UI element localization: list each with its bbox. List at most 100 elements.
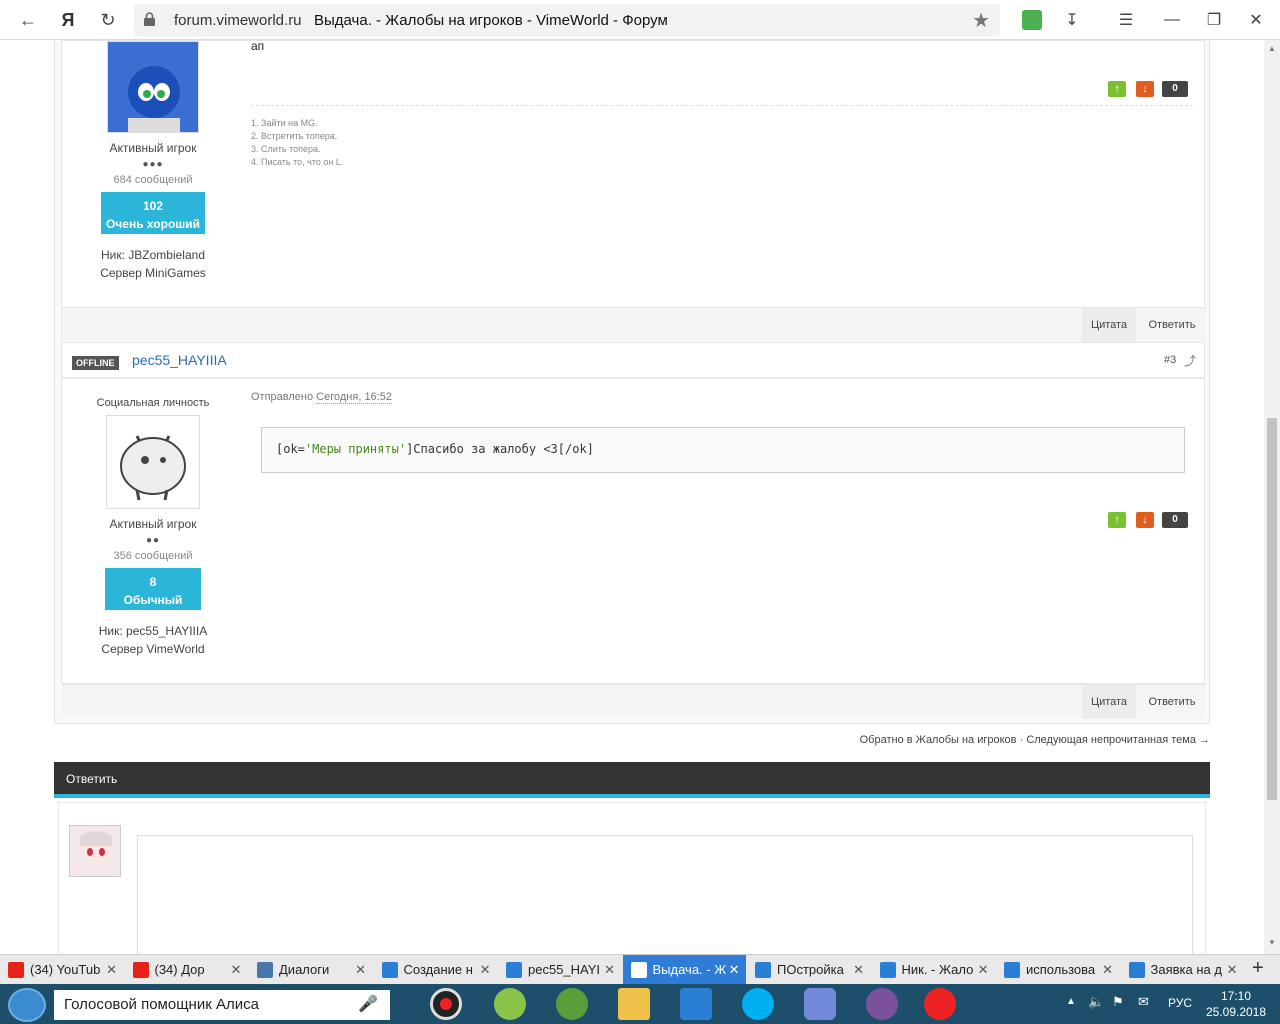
network-icon[interactable]: ⚑ — [1112, 994, 1124, 1010]
close-tab-icon[interactable]: ✕ — [480, 955, 491, 985]
reply-button[interactable]: Ответить — [1138, 308, 1206, 342]
close-tab-icon[interactable]: ✕ — [106, 955, 117, 985]
reply-button[interactable]: Ответить — [1138, 685, 1206, 719]
language-indicator[interactable]: РУС — [1168, 996, 1192, 1010]
post-body: ап — [251, 40, 265, 53]
discord-icon[interactable] — [804, 988, 836, 1020]
vimeworld-app-icon[interactable] — [680, 988, 712, 1020]
game-app-icon[interactable] — [556, 988, 588, 1020]
tab-label: Заявка на д — [1150, 962, 1222, 977]
page-scrollbar[interactable]: ▲ ▼ — [1264, 40, 1280, 954]
browser-tab[interactable]: (34) Дор ✕ — [125, 955, 248, 985]
browser-tab[interactable]: использова ✕ — [996, 955, 1119, 985]
browser-tab[interactable]: (34) YouTub ✕ — [0, 955, 123, 985]
browser-tab[interactable]: Диалоги ✕ — [249, 955, 372, 985]
yandex-browser-icon[interactable] — [924, 988, 956, 1020]
clock-time: 17:10 — [1220, 989, 1252, 1003]
clock[interactable]: 17:10 25.09.2018 — [1204, 988, 1268, 1020]
vimeworld-icon — [630, 962, 647, 978]
reputation-label: Обычный — [123, 593, 183, 607]
browser-tab[interactable]: ПОстройка ✕ — [747, 955, 870, 985]
vote-down-button[interactable]: ↓ — [1136, 81, 1154, 97]
next-unread-link[interactable]: Следующая непрочитанная тема → — [1026, 734, 1210, 746]
yandex-logo-icon[interactable]: Я — [56, 8, 80, 32]
post-author-link[interactable]: pec55_HAYIIIA — [132, 352, 227, 368]
close-tab-icon[interactable]: ✕ — [853, 955, 864, 985]
signature-line: 1. Зайти на MG. — [251, 118, 318, 128]
tab-label: (34) YouTub — [30, 962, 101, 977]
tray-expand-icon[interactable]: ▲ — [1066, 996, 1076, 1007]
lime-app-icon[interactable] — [494, 988, 526, 1020]
reply-editor[interactable] — [137, 835, 1193, 954]
status-badge: OFFLINE — [72, 356, 119, 370]
browser-tab[interactable]: Выдача. - Ж ✕ — [622, 955, 746, 985]
code-text: ]Спасибо за жалобу <3[/ok] — [406, 442, 594, 456]
quote-button[interactable]: Цитата — [1082, 308, 1136, 342]
user-nick: Ник: JBZombieland — [101, 248, 205, 262]
tab-label: Создание н — [403, 962, 473, 977]
page-title: Выдача. - Жалобы на игроков - VimeWorld … — [314, 12, 668, 29]
scroll-down-icon[interactable]: ▼ — [1268, 938, 1276, 947]
file-explorer-icon[interactable] — [618, 988, 650, 1020]
close-tab-icon[interactable]: ✕ — [1102, 955, 1113, 985]
browser-tab[interactable]: Создание н ✕ — [374, 955, 497, 985]
tab-label: ПОстройка — [777, 962, 844, 977]
new-tab-icon[interactable]: + — [1252, 957, 1264, 980]
alice-search-box[interactable]: Голосовой помощник Алиса 🎤 — [54, 990, 390, 1020]
browser-tab[interactable]: pec55_HAYI ✕ — [498, 955, 621, 985]
share-icon[interactable]: ⤴ — [1184, 352, 1196, 369]
quote-button[interactable]: Цитата — [1082, 685, 1136, 719]
menu-icon[interactable]: ☰ — [1114, 8, 1138, 32]
volume-icon[interactable]: 🔈 — [1088, 994, 1104, 1010]
post-date-prefix: Отправлено — [251, 391, 314, 403]
close-tab-icon[interactable]: ✕ — [604, 955, 615, 985]
vimeworld-icon — [755, 962, 771, 978]
close-icon[interactable]: ✕ — [1244, 8, 1268, 32]
post-number[interactable]: #3 — [1164, 354, 1176, 366]
tab-label: использова — [1026, 962, 1096, 977]
extension-icon[interactable] — [1020, 8, 1044, 32]
avatar[interactable] — [106, 415, 200, 509]
reload-icon[interactable]: ↻ — [96, 8, 120, 32]
vote-up-button[interactable]: ↑ — [1108, 81, 1126, 97]
tab-label: Диалоги — [279, 962, 330, 977]
minimize-icon[interactable]: — — [1160, 8, 1184, 32]
reply-header-title: Ответить — [66, 772, 118, 786]
download-icon[interactable]: ↧ — [1060, 8, 1084, 32]
tab-label: (34) Дор — [154, 962, 205, 977]
scroll-up-icon[interactable]: ▲ — [1268, 44, 1276, 53]
viber-icon[interactable] — [866, 988, 898, 1020]
user-rank: Активный игрок — [109, 517, 197, 531]
vote-down-button[interactable]: ↓ — [1136, 512, 1154, 528]
restore-icon[interactable]: ❐ — [1202, 8, 1226, 32]
close-tab-icon[interactable]: ✕ — [729, 955, 740, 985]
close-tab-icon[interactable]: ✕ — [1227, 955, 1238, 985]
avatar[interactable] — [107, 41, 199, 133]
scrollbar-thumb[interactable] — [1267, 418, 1277, 800]
close-tab-icon[interactable]: ✕ — [231, 955, 242, 985]
vimeworld-icon — [1004, 962, 1020, 978]
bookmark-star-icon[interactable]: ★ — [972, 8, 990, 33]
address-bar[interactable]: forum.vimeworld.ru Выдача. - Жалобы на и… — [134, 4, 1000, 36]
browser-tab[interactable]: Ник. - Жало ✕ — [872, 955, 995, 985]
close-tab-icon[interactable]: ✕ — [978, 955, 989, 985]
microphone-icon[interactable]: 🎤 — [358, 994, 378, 1014]
vimeworld-icon — [381, 962, 398, 978]
notifications-icon[interactable]: ✉ — [1138, 994, 1149, 1010]
browser-toolbar: ← Я ↻ forum.vimeworld.ru Выдача. - Жалоб… — [0, 0, 1280, 40]
tab-label: pec55_HAYI — [528, 962, 601, 977]
reputation-label: Очень хороший — [105, 217, 201, 231]
back-to-forum-link[interactable]: Обратно в Жалобы на игроков — [860, 734, 1017, 746]
vote-up-button[interactable]: ↑ — [1108, 512, 1126, 528]
current-user-avatar — [69, 825, 121, 877]
user-nick: Ник: pec55_HAYIIIA — [98, 624, 208, 638]
start-button[interactable] — [8, 988, 46, 1022]
recorder-app-icon[interactable] — [430, 988, 462, 1020]
post-2-userinfo: Социальная личность Активный игрок ●● 35… — [62, 397, 244, 658]
post-2: Социальная личность Активный игрок ●● 35… — [61, 378, 1206, 719]
browser-tab[interactable]: Заявка на д ✕ — [1121, 955, 1244, 985]
address-domain: forum.vimeworld.ru — [174, 12, 302, 29]
skype-icon[interactable] — [742, 988, 774, 1020]
back-arrow-icon[interactable]: ← — [16, 8, 40, 32]
close-tab-icon[interactable]: ✕ — [355, 955, 366, 985]
